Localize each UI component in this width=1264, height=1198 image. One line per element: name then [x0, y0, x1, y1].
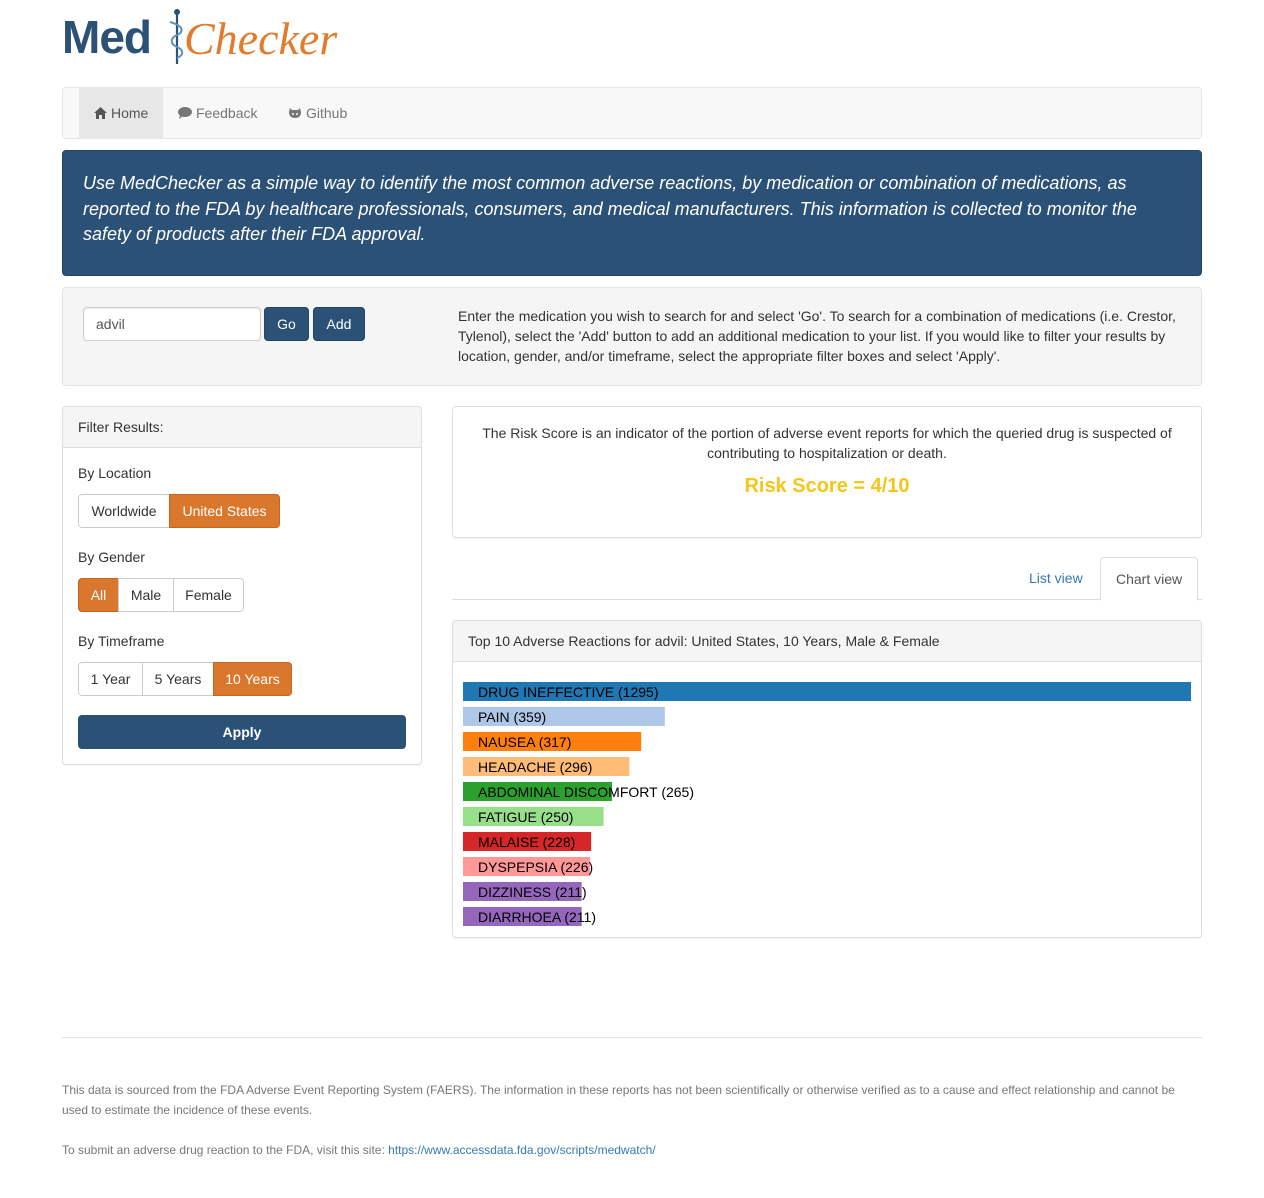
search-instructions: Enter the medication you wish to search …: [458, 308, 1176, 364]
medication-search-input[interactable]: [83, 307, 261, 341]
chart-heading: Top 10 Adverse Reactions for advil: Unit…: [453, 621, 1201, 662]
gender-label: By Gender: [78, 549, 145, 565]
nav-github[interactable]: Github: [273, 88, 362, 138]
timeframe-button-group: 1 Year 5 Years 10 Years: [78, 662, 292, 696]
home-icon: [94, 107, 107, 119]
location-worldwide-button[interactable]: Worldwide: [78, 494, 170, 528]
filter-panel: Filter Results: By Location Worldwide Un…: [62, 406, 422, 765]
risk-score-value: Risk Score = 4/10: [744, 475, 910, 497]
gender-female-button[interactable]: Female: [173, 578, 244, 612]
footer-divider: [62, 1037, 1202, 1038]
bar-label-abdominal-discomfort: ABDOMINAL DISCOMFORT (265): [478, 784, 694, 800]
timeframe-10-years-button[interactable]: 10 Years: [213, 662, 292, 696]
nav-home[interactable]: Home: [79, 88, 164, 138]
add-button[interactable]: Add: [313, 307, 365, 341]
adverse-reactions-bar-chart: DRUG INEFFECTIVE (1295) PAIN (359) NAUSEA …: [463, 682, 1191, 926]
risk-score-description: The Risk Score is an indicator of the po…: [482, 425, 1172, 461]
nav-github-label: Github: [306, 105, 348, 121]
footer-submit: To submit an adverse drug reaction to th…: [62, 1140, 1202, 1160]
bar-label-drug-ineffective: DRUG INEFFECTIVE (1295): [478, 684, 658, 700]
gender-button-group: All Male Female: [78, 578, 244, 612]
go-button[interactable]: Go: [264, 307, 309, 341]
bar-label-dyspepsia: DYSPEPSIA (226): [478, 859, 593, 875]
bar-label-diarrhoea: DIARRHOEA (211): [478, 909, 596, 925]
nav-feedback-label: Feedback: [196, 105, 258, 121]
filter-heading: Filter Results:: [63, 407, 421, 448]
nav-feedback[interactable]: Feedback: [163, 88, 272, 138]
location-button-group: Worldwide United States: [78, 494, 280, 528]
bar-label-nausea: NAUSEA (317): [478, 734, 571, 750]
apply-button[interactable]: Apply: [78, 715, 406, 749]
bar-label-pain: PAIN (359): [478, 709, 546, 725]
timeframe-5-years-button[interactable]: 5 Years: [142, 662, 214, 696]
search-panel: Go Add Enter the medication you wish to …: [62, 287, 1202, 386]
bar-label-dizziness: DIZZINESS (211): [478, 884, 587, 900]
footer-disclaimer: This data is sourced from the FDA Advers…: [62, 1083, 1175, 1117]
bar-label-fatigue: FATIGUE (250): [478, 809, 573, 825]
github-icon: [289, 108, 301, 118]
bar-label-headache: HEADACHE (296): [478, 759, 592, 775]
navbar: Home Feedback Github: [62, 87, 1202, 139]
tab-chart-view[interactable]: Chart view: [1100, 557, 1199, 601]
chart-panel: Top 10 Adverse Reactions for advil: Unit…: [452, 620, 1202, 938]
comment-icon: [178, 107, 192, 119]
nav-home-label: Home: [111, 105, 149, 121]
intro-banner: Use MedChecker as a simple way to identi…: [62, 150, 1202, 276]
gender-male-button[interactable]: Male: [118, 578, 174, 612]
risk-score-panel: The Risk Score is an indicator of the po…: [452, 406, 1202, 538]
bar-label-malaise: MALAISE (228): [478, 834, 575, 850]
logo: Med Checker: [62, 8, 362, 68]
logo-text-checker: Checker: [184, 13, 338, 64]
intro-text: Use MedChecker as a simple way to identi…: [83, 173, 1137, 244]
gender-all-button[interactable]: All: [78, 578, 119, 612]
tab-list-view[interactable]: List view: [1014, 557, 1098, 600]
view-tabs: List view Chart view: [452, 557, 1202, 601]
logo-text-med: Med: [62, 11, 152, 63]
timeframe-1-year-button[interactable]: 1 Year: [78, 662, 143, 696]
timeframe-label: By Timeframe: [78, 633, 165, 649]
location-united-states-button[interactable]: United States: [169, 494, 280, 528]
location-label: By Location: [78, 465, 152, 481]
medwatch-link[interactable]: https://www.accessdata.fda.gov/scripts/m…: [388, 1143, 655, 1157]
footer-submit-text: To submit an adverse drug reaction to th…: [62, 1143, 389, 1157]
